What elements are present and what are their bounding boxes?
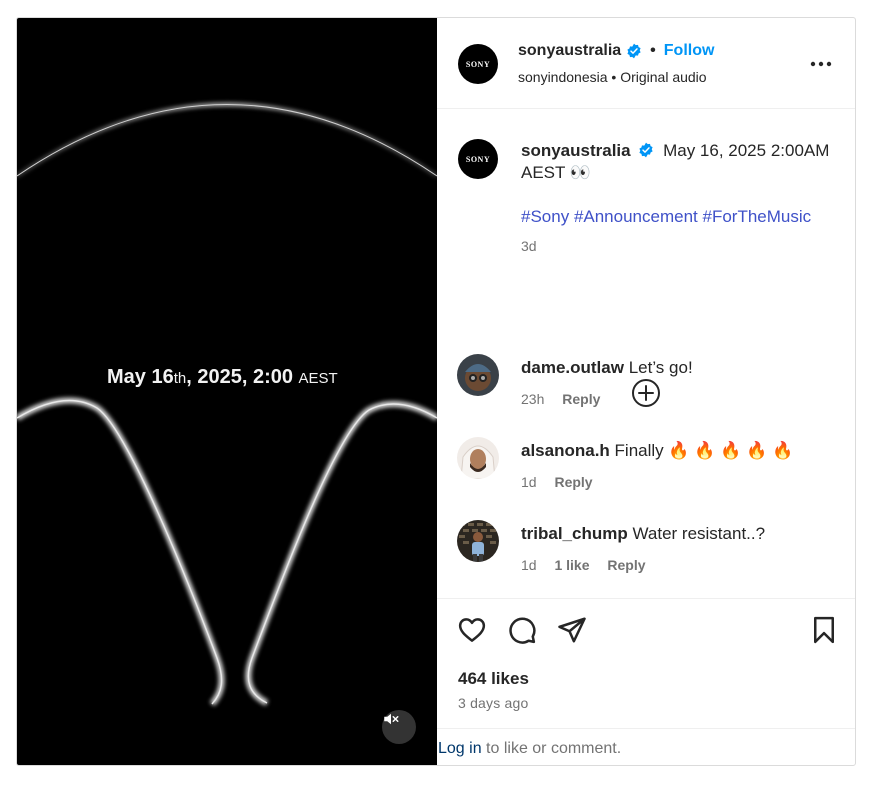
follow-button[interactable]: Follow xyxy=(664,42,715,60)
avatar[interactable] xyxy=(457,437,499,479)
comment-meta: 23h Reply xyxy=(521,391,614,407)
avatar[interactable]: SONY xyxy=(458,44,498,84)
comment-line: alsanona.h Finally 🔥 🔥 🔥 🔥 🔥 xyxy=(521,441,793,461)
headphones-silhouette xyxy=(17,103,437,707)
list-item: alsanona.h Finally 🔥 🔥 🔥 🔥 🔥 1d Reply xyxy=(437,437,855,507)
reply-button[interactable]: Reply xyxy=(607,557,645,573)
reply-button[interactable]: Reply xyxy=(554,474,592,490)
header-subtitle[interactable]: sonyindonesia • Original audio xyxy=(518,69,707,85)
caption-username[interactable]: sonyaustralia xyxy=(521,141,631,160)
caption-time[interactable]: 3d xyxy=(521,238,537,254)
comment-line: tribal_chump Water resistant..? xyxy=(521,524,765,544)
share-icon[interactable] xyxy=(557,615,587,645)
comment-meta: 1d Reply xyxy=(521,474,607,490)
verified-badge-icon xyxy=(639,142,653,158)
bookmark-icon[interactable] xyxy=(809,615,839,645)
hashtags: #Sony #Announcement #ForTheMusic xyxy=(521,207,811,227)
login-prompt-text: to like or comment. xyxy=(481,740,622,757)
post-video[interactable]: May 16th, 2025, 2:00 AEST xyxy=(17,18,437,765)
comment-text: Finally 🔥 🔥 🔥 🔥 🔥 xyxy=(614,441,794,460)
comment-username[interactable]: tribal_chump xyxy=(521,524,628,543)
post-header: SONY sonyaustralia • Follow sonyindonesi… xyxy=(437,18,855,109)
mute-icon xyxy=(384,713,399,725)
caption-avatar[interactable]: SONY xyxy=(458,139,498,179)
comment-time[interactable]: 1d xyxy=(521,557,537,573)
comment-meta: 1d 1 like Reply xyxy=(521,557,660,573)
mute-button[interactable] xyxy=(382,710,416,744)
comment-likes[interactable]: 1 like xyxy=(554,557,589,573)
comment-time[interactable]: 1d xyxy=(521,474,537,490)
comment-time[interactable]: 23h xyxy=(521,391,544,407)
video-date-text: May 16th, 2025, 2:00 AEST xyxy=(107,366,338,388)
hashtag-link[interactable]: #ForTheMusic xyxy=(703,207,812,226)
comment-icon[interactable] xyxy=(507,615,537,645)
heart-icon[interactable] xyxy=(457,615,487,645)
avatar[interactable] xyxy=(457,520,499,562)
hashtag-link[interactable]: #Sony xyxy=(521,207,569,226)
caption-text: sonyaustralia May 16, 2025 2:00AM AEST 👀 xyxy=(521,140,841,184)
header-username-row: sonyaustralia • Follow xyxy=(518,42,714,60)
login-link[interactable]: Log in xyxy=(438,740,482,757)
comment-text: Let’s go! xyxy=(628,358,693,377)
likes-count[interactable]: 464 likes xyxy=(458,669,529,689)
comment-username[interactable]: dame.outlaw xyxy=(521,358,624,377)
post-actions: 464 likes 3 days ago Log in to like or c… xyxy=(437,598,855,765)
more-options-icon[interactable] xyxy=(809,54,833,74)
separator-dot: • xyxy=(650,42,656,59)
comment-username[interactable]: alsanona.h xyxy=(521,441,610,460)
post-timestamp[interactable]: 3 days ago xyxy=(458,695,529,711)
comment-line: dame.outlaw Let’s go! xyxy=(521,358,693,378)
comment-text: Water resistant..? xyxy=(632,524,766,543)
reply-button[interactable]: Reply xyxy=(562,391,600,407)
verified-badge-icon xyxy=(627,43,641,59)
post-side-panel: SONY sonyaustralia • Follow sonyindonesi… xyxy=(437,18,855,765)
header-username[interactable]: sonyaustralia xyxy=(518,42,621,60)
login-prompt: Log in to like or comment. xyxy=(437,728,855,765)
hashtag-link[interactable]: #Announcement xyxy=(574,207,698,226)
list-item: tribal_chump Water resistant..? 1d 1 lik… xyxy=(437,520,855,590)
post-card: May 16th, 2025, 2:00 AEST SONY sonyaustr… xyxy=(16,17,856,766)
avatar[interactable] xyxy=(457,354,499,396)
list-item: dame.outlaw Let’s go! 23h Reply xyxy=(437,354,855,424)
